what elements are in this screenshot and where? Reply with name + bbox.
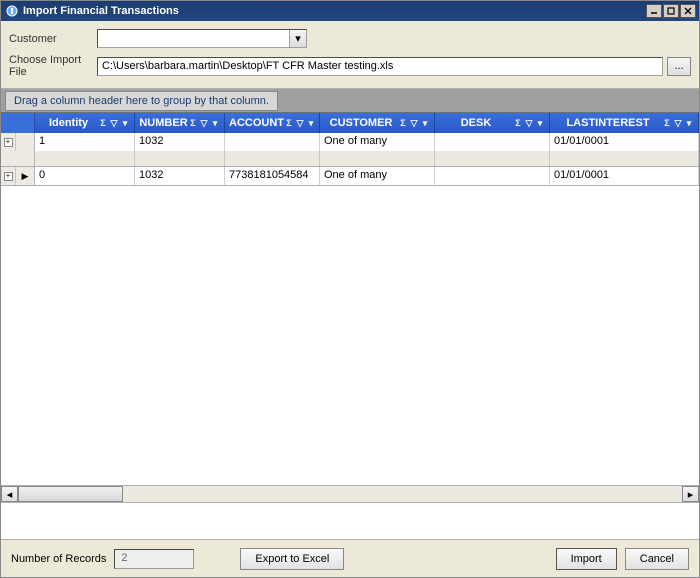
close-button[interactable] [680, 4, 696, 18]
grid-header: Identity Σ ▽ ▾ NUMBER Σ▽▾ ACCOUNT Σ▽▾ CU… [1, 113, 699, 133]
column-header-lastinterest[interactable]: LASTINTEREST Σ▽▾ [550, 113, 699, 133]
expand-toggle[interactable]: + [1, 167, 16, 185]
import-button[interactable]: Import [556, 548, 617, 570]
cell-customer[interactable]: One of many [320, 167, 435, 185]
sigma-icon[interactable]: Σ [98, 118, 108, 128]
cell-account[interactable]: 7738181054584 [225, 167, 320, 185]
records-label: Number of Records [11, 553, 106, 565]
customer-label: Customer [9, 33, 97, 45]
window-buttons [646, 4, 696, 18]
triangle-left-icon: ◂ [7, 488, 13, 501]
form-area: Customer ▾ Choose Import File C:\Users\b… [1, 21, 699, 89]
column-header-number[interactable]: NUMBER Σ▽▾ [135, 113, 225, 133]
column-header-account[interactable]: ACCOUNT Σ▽▾ [225, 113, 320, 133]
minimize-button[interactable] [646, 4, 662, 18]
group-by-band[interactable]: Drag a column header here to group by th… [1, 89, 699, 113]
row-indicator [16, 133, 34, 151]
chevron-down-icon: ▾ [295, 32, 301, 45]
cell-desk[interactable] [435, 133, 550, 151]
scroll-track[interactable] [18, 486, 682, 502]
table-row[interactable]: + ▶ 0 1032 7738181054584 One of many 01/… [1, 167, 699, 185]
cell-desk[interactable] [435, 167, 550, 185]
header-gutter [1, 113, 35, 133]
table-row[interactable]: + 1 1032 One of many 01/01/0001 [1, 133, 699, 151]
data-grid: Identity Σ ▽ ▾ NUMBER Σ▽▾ ACCOUNT Σ▽▾ CU… [1, 113, 699, 503]
cell-identity[interactable]: 1 [35, 133, 135, 151]
browse-button[interactable]: ... [667, 57, 691, 76]
grid-body: + 1 1032 One of many 01/01/0001 + ▶ [1, 133, 699, 485]
window-title: Import Financial Transactions [23, 5, 646, 17]
cancel-button[interactable]: Cancel [625, 548, 689, 570]
titlebar: Import Financial Transactions [1, 1, 699, 21]
header-tools[interactable]: Σ ▽ ▾ [98, 118, 130, 129]
scroll-left-button[interactable]: ◂ [1, 486, 18, 502]
footer: Number of Records 2 Export to Excel Impo… [1, 539, 699, 577]
cell-customer[interactable]: One of many [320, 133, 435, 151]
group-by-hint: Drag a column header here to group by th… [5, 91, 278, 111]
expand-toggle[interactable]: + [1, 133, 16, 151]
ellipsis-icon: ... [674, 60, 683, 72]
app-icon [5, 4, 19, 18]
column-header-customer[interactable]: CUSTOMER Σ▽▾ [320, 113, 435, 133]
horizontal-scrollbar[interactable]: ◂ ▸ [1, 485, 699, 503]
cell-account[interactable] [225, 133, 320, 151]
column-header-desk[interactable]: DESK Σ▽▾ [435, 113, 550, 133]
customer-combo[interactable]: ▾ [97, 29, 307, 48]
file-label: Choose Import File [9, 54, 97, 78]
customer-input[interactable] [98, 30, 289, 47]
cell-identity[interactable]: 0 [35, 167, 135, 185]
file-path-field[interactable]: C:\Users\barbara.martin\Desktop\FT CFR M… [97, 57, 663, 76]
cell-number[interactable]: 1032 [135, 167, 225, 185]
customer-dropdown-button[interactable]: ▾ [289, 30, 306, 47]
chevron-down-icon[interactable]: ▾ [120, 118, 130, 129]
cell-lastinterest[interactable]: 01/01/0001 [550, 167, 699, 185]
scroll-right-button[interactable]: ▸ [682, 486, 699, 502]
filter-icon[interactable]: ▽ [109, 118, 119, 129]
maximize-button[interactable] [663, 4, 679, 18]
column-header-identity[interactable]: Identity Σ ▽ ▾ [35, 113, 135, 133]
row-indicator: ▶ [16, 167, 34, 185]
scroll-thumb[interactable] [18, 486, 123, 502]
cell-number[interactable]: 1032 [135, 133, 225, 151]
row-spacer [1, 151, 699, 166]
cell-lastinterest[interactable]: 01/01/0001 [550, 133, 699, 151]
records-count: 2 [114, 549, 194, 569]
triangle-right-icon: ▸ [688, 488, 694, 501]
export-button[interactable]: Export to Excel [240, 548, 344, 570]
